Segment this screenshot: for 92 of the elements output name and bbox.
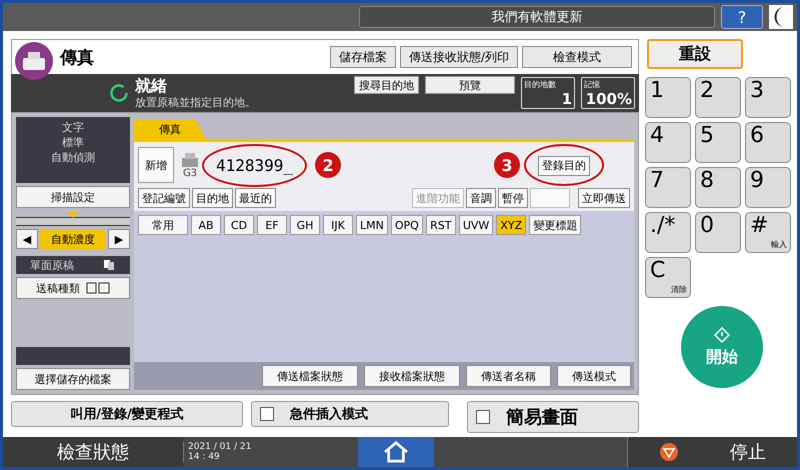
keypad-key[interactable]: 7: [645, 167, 691, 208]
preview-button[interactable]: 預覽: [425, 76, 515, 94]
summary-text: 標準: [62, 135, 84, 150]
index-tab[interactable]: LMN: [356, 215, 388, 235]
index-tab[interactable]: XYZ: [496, 215, 526, 235]
step-badge: 3: [494, 152, 520, 178]
checkbox[interactable]: [260, 407, 274, 421]
keypad-key[interactable]: 3: [745, 77, 791, 118]
function-button[interactable]: 傳送檔案狀態: [262, 365, 358, 387]
keypad-key[interactable]: 2: [695, 77, 741, 118]
action-button[interactable]: 登記編號: [138, 188, 190, 208]
keypad-key[interactable]: 4: [645, 122, 691, 163]
index-tab[interactable]: CD: [224, 215, 254, 235]
time-text: 14 : 49: [188, 452, 221, 462]
status-title: 就緒: [135, 76, 168, 94]
function-button[interactable]: 傳送者名稱: [466, 365, 551, 387]
toggle-label: 急件插入模式: [290, 406, 368, 423]
counter-label: 目的地數: [524, 79, 557, 90]
summary-text: 自動偵測: [51, 150, 95, 165]
stop-icon: [659, 442, 680, 462]
fax-machine-icon: [180, 152, 200, 168]
index-tab[interactable]: RST: [426, 215, 456, 235]
reset-button[interactable]: 重設: [647, 39, 743, 69]
lighter-button[interactable]: ◀: [16, 229, 38, 249]
index-tab[interactable]: OPQ: [390, 215, 423, 235]
add-button[interactable]: 新增: [138, 147, 174, 183]
density-track[interactable]: [16, 211, 130, 226]
header-button[interactable]: 傳送接收狀態/列印: [400, 46, 518, 68]
home-button[interactable]: [358, 437, 434, 467]
index-tab[interactable]: IJK: [323, 215, 353, 235]
fax-icon: [14, 41, 54, 81]
action-button[interactable]: 音調: [466, 188, 496, 208]
diamond-icon: [714, 326, 730, 342]
counter-value: 100%: [584, 90, 632, 109]
action-button[interactable]: 最近的: [235, 188, 276, 208]
index-tab[interactable]: GH: [290, 215, 320, 235]
step-badge: 2: [315, 152, 342, 178]
index-tab[interactable]: 常用: [138, 215, 188, 235]
notification-bar[interactable]: 我們有軟體更新: [359, 6, 715, 28]
program-button[interactable]: 叫用/登錄/變更程式: [11, 401, 243, 427]
keypad-key[interactable]: ./*: [645, 212, 691, 253]
search-destination-button[interactable]: 搜尋目的地: [354, 76, 419, 94]
ready-ring-icon: [109, 83, 129, 103]
fax-tab[interactable]: 傳真: [134, 119, 206, 139]
help-button[interactable]: ?: [721, 5, 763, 29]
stored-file-button[interactable]: 選擇儲存的檔案: [16, 368, 130, 390]
index-tab[interactable]: EF: [257, 215, 287, 235]
original-label: 單面原稿: [30, 258, 74, 272]
stop-label: 停止: [730, 441, 766, 464]
keypad-key[interactable]: # 輸入: [745, 212, 791, 253]
darker-button[interactable]: ▶: [108, 229, 130, 249]
summary-text: 文字: [62, 120, 84, 135]
action-button[interactable]: 立即傳送: [578, 188, 630, 208]
index-tab[interactable]: AB: [191, 215, 221, 235]
moon-icon[interactable]: [769, 5, 793, 29]
toggle-button[interactable]: 急件插入模式: [251, 401, 449, 427]
home-icon: [382, 441, 410, 463]
header-button[interactable]: 儲存檔案: [330, 46, 396, 68]
header-button[interactable]: 檢查模式: [522, 46, 632, 68]
stop-button[interactable]: 停止: [627, 437, 797, 467]
action-button[interactable]: 目的地: [192, 188, 233, 208]
keypad-key[interactable]: C 清除: [645, 257, 691, 298]
feed-type-button[interactable]: 送稿種類: [16, 277, 130, 299]
index-tab[interactable]: 變更標題: [529, 215, 582, 235]
app-title: 傳真: [60, 46, 94, 68]
fax-number: 4128399_: [216, 156, 294, 174]
checkbox[interactable]: [476, 410, 490, 424]
status-message: 放置原稿並指定目的地。: [135, 94, 257, 110]
function-button[interactable]: 傳送模式: [557, 365, 631, 387]
keypad-key[interactable]: 0: [695, 212, 741, 253]
orientation-icon: [86, 282, 110, 294]
keypad-key[interactable]: 9: [745, 167, 791, 208]
check-status-button[interactable]: 檢查狀態: [3, 437, 183, 467]
keypad-key[interactable]: 5: [695, 122, 741, 163]
line-type: G3: [182, 168, 198, 178]
register-destination-button[interactable]: 登錄目的: [538, 156, 590, 176]
page-icon: [102, 259, 116, 271]
start-label: 開始: [706, 346, 738, 368]
keypad-key[interactable]: 6: [745, 122, 791, 163]
counter-label: 記憶: [584, 79, 601, 90]
density-thumb[interactable]: [67, 211, 79, 218]
scan-settings-button[interactable]: 掃描設定: [16, 186, 130, 208]
index-tab[interactable]: UVW: [458, 215, 494, 235]
toggle-button[interactable]: 簡易畫面: [467, 401, 639, 433]
keypad-key[interactable]: 1: [645, 77, 691, 118]
counter-value: 1: [560, 90, 572, 109]
date-text: 2021 / 01 / 21: [188, 442, 252, 452]
density-label: 自動濃度: [40, 229, 106, 249]
function-button[interactable]: 接收檔案狀態: [364, 365, 460, 387]
action-button[interactable]: 暫停: [498, 188, 528, 208]
keypad-key[interactable]: 8: [695, 167, 741, 208]
toggle-label: 簡易畫面: [506, 406, 578, 429]
